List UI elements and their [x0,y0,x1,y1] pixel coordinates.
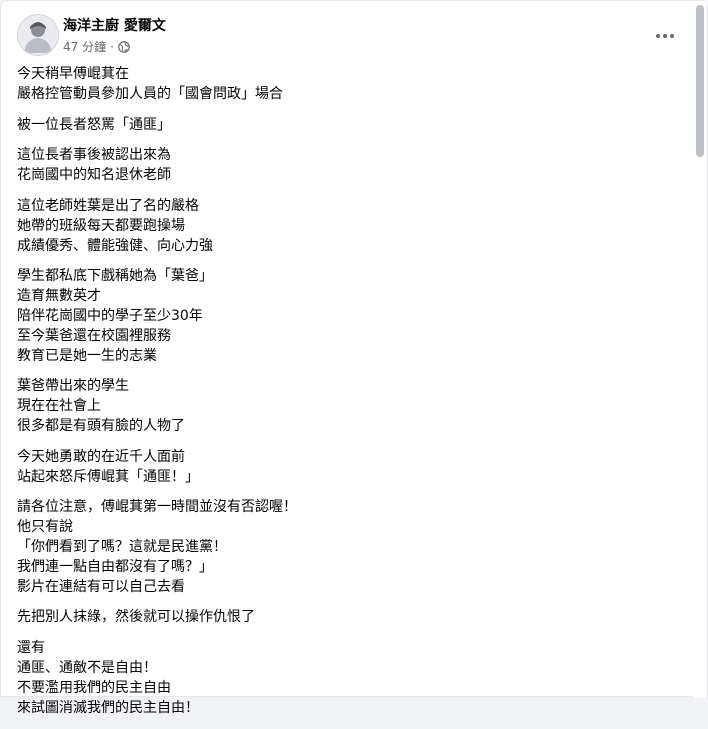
more-options-button[interactable] [649,20,681,52]
post-line: 影片在連結有可以自己去看 [17,578,185,595]
post-line: 今天她勇敢的在近千人面前 [17,448,185,465]
post-line: 請各位注意，傅崐萁第一時間並沒有否認喔！ [17,499,297,516]
post-line: 先把別人抹綠，然後就可以操作仇恨了 [17,609,255,626]
post-paragraph: 學生都私底下戲稱她為「葉爸」 造育無數英才陪伴花崗國中的學子至少30年 至今葉爸還在… [17,267,657,366]
post-line: 來試圖消滅我們的民主自由！ [17,699,199,716]
post-line: 成績優秀、體能強健、向心力強 [17,237,213,254]
meta-separator: · [110,39,114,54]
scrollbar-thumb[interactable] [696,5,704,157]
post-line: 我們連一點自由都沒有了嗎？」 [17,558,213,575]
post-paragraph: 被一位長者怒罵「通匪」 [17,116,657,136]
post-meta: 47 分鐘 · [63,38,130,55]
post-line: 教育已是她一生的志業 [17,347,157,364]
post-line: 至今葉爸還在校園裡服務 [17,327,171,344]
post-paragraph: 葉爸帶出來的學生 現在在社會上很多都是有頭有臉的人物了 [17,377,657,436]
post-card: 海洋主廚 愛爾文 47 分鐘 · 今天稍早傅崐萁在嚴格控管動員參加人員的「國會問… [0,0,708,716]
post-paragraph: 這位老師姓葉是出了名的嚴格 她帶的班級每天都要跑操場成績優秀、體能強健、向心力強 [17,197,657,256]
post-paragraph: 今天她勇敢的在近千人面前 站起來怒斥傅崐萁「通匪！」 [17,448,657,488]
post-line: 「你們看到了嗎？這就是民進黨！ [17,538,227,555]
post-line: 葉爸帶出來的學生 [17,378,129,395]
post-line: 現在在社會上 [17,398,101,415]
post-timestamp[interactable]: 47 分鐘 [63,38,106,55]
post-line: 站起來怒斥傅崐萁「通匪！」 [17,468,199,485]
post-line: 他只有說 [17,519,73,536]
post-line: 這位長者事後被認出來為 [17,147,171,164]
post-line: 她帶的班級每天都要跑操場 [17,217,185,234]
post-line: 學生都私底下戲稱她為「葉爸」 [17,268,213,285]
post-line: 被一位長者怒罵「通匪」 [17,116,171,133]
post-text: 今天稍早傅崐萁在 嚴格控管動員參加人員的「國會問政」場合 被一位長者怒罵「通匪」 這位… [17,65,657,729]
more-options-icon [656,34,674,38]
post-line: 嚴格控管動員參加人員的「國會問政」場合 [17,85,283,102]
post-paragraph: 請各位注意，傅崐萁第一時間並沒有否認喔！ 他只有說「你們看到了嗎？這就是民進黨！ 我… [17,498,657,597]
post-line: 不要濫用我們的民主自由 [17,679,171,696]
post-line: 陪伴花崗國中的學子至少30年 [17,307,203,324]
globe-icon[interactable] [118,40,130,53]
author-name[interactable]: 海洋主廚 愛爾文 [63,15,166,35]
post-paragraph: 先把別人抹綠，然後就可以操作仇恨了 [17,608,657,628]
post-paragraph: 這位長者事後被認出來為 花崗國中的知名退休老師 [17,146,657,186]
post-paragraph: 今天稍早傅崐萁在嚴格控管動員參加人員的「國會問政」場合 [17,65,657,105]
post-line: 通匪、通敵不是自由！ [17,659,157,676]
avatar-image [18,15,58,55]
post-line: 花崗國中的知名退休老師 [17,167,171,184]
post-line: 這位老師姓葉是出了名的嚴格 [17,197,199,214]
post-line: 很多都是有頭有臉的人物了 [17,417,185,434]
post-paragraph: 還有通匪、通敵不是自由！ 不要濫用我們的民主自由來試圖消滅我們的民主自由！ [17,639,657,718]
scrollbar[interactable] [693,1,707,698]
post-line: 還有 [17,640,45,657]
post-line: 今天稍早傅崐萁在 [17,66,129,82]
post-header: 海洋主廚 愛爾文 47 分鐘 · [17,14,674,56]
author-avatar[interactable] [17,14,59,56]
post-line: 造育無數英才 [17,288,101,305]
